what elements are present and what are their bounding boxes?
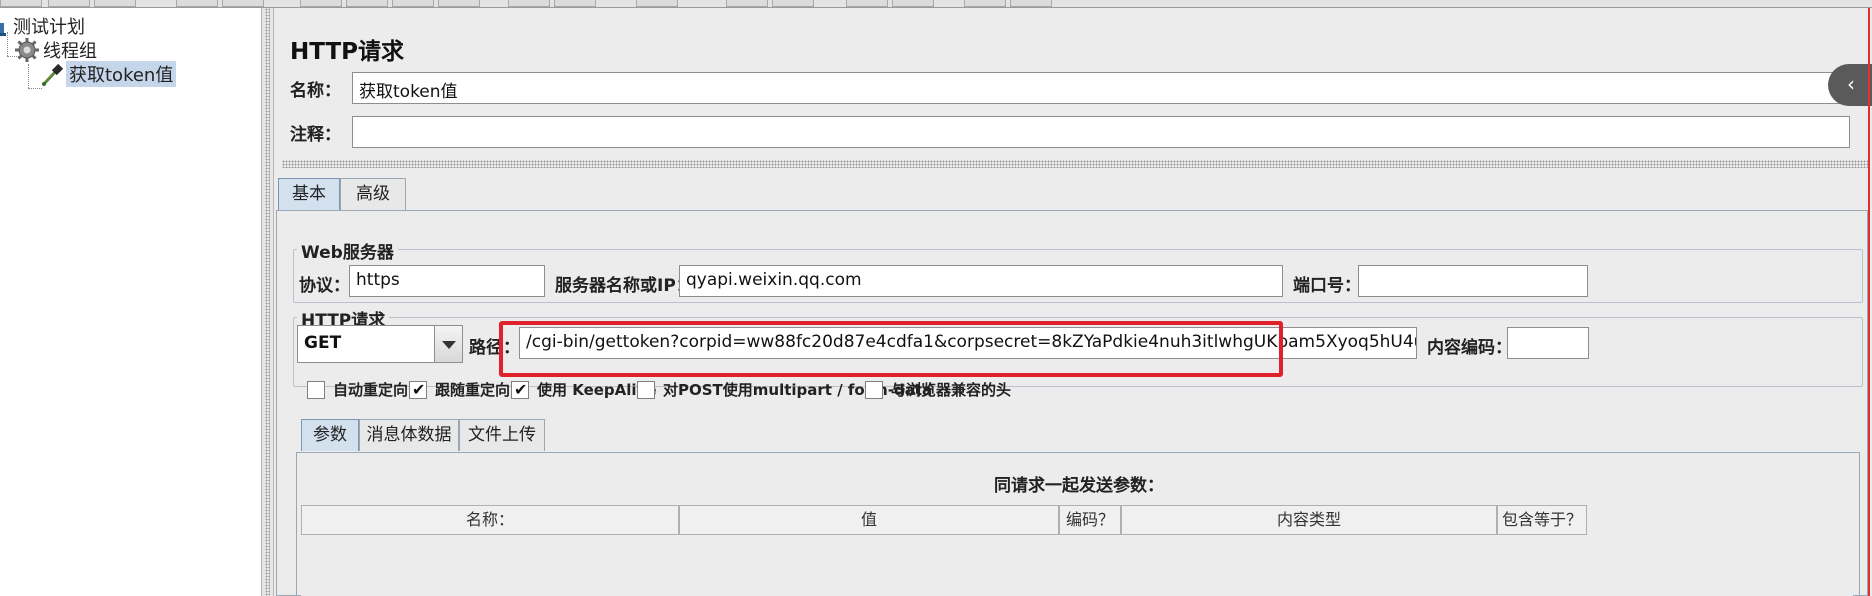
pipette-icon [42, 63, 64, 86]
tree-node-label: 线程组 [43, 41, 97, 62]
encoding-label: 内容编码： [1427, 338, 1512, 358]
gear-icon [15, 38, 39, 62]
checkbox-label: 自动重定向 [333, 381, 409, 399]
tab-body-data[interactable]: 消息体数据 [359, 419, 459, 451]
tab-parameters[interactable]: 参数 [301, 419, 359, 451]
toolbar-button[interactable] [0, 0, 42, 7]
toolbar-button[interactable] [508, 0, 550, 7]
checkbox-box[interactable] [409, 380, 427, 399]
pane-splitter[interactable] [262, 8, 274, 596]
toolbar-button[interactable] [636, 0, 678, 7]
tab-advanced[interactable]: 高级 [340, 178, 406, 210]
toolbar-button[interactable] [222, 0, 264, 7]
toolbar [0, 0, 1872, 8]
tree-node-thread-group[interactable]: 线程组 [14, 37, 100, 63]
name-label: 名称： [290, 81, 341, 101]
port-label: 端口号： [1293, 276, 1361, 296]
checkbox-box[interactable] [307, 380, 325, 399]
toolbar-button[interactable] [772, 0, 814, 7]
http-request-panel: HTTP请求 名称： 获取token值 注释： ‹ 基本 高级 Web服务器 协… [274, 8, 1872, 596]
method-value: GET [304, 333, 342, 353]
encoding-field[interactable] [1507, 327, 1589, 359]
tree-node-test-plan[interactable]: 测试计划 [0, 13, 88, 39]
keepalive-checkbox[interactable]: 使用 KeepAlive [511, 379, 657, 400]
toolbar-button[interactable] [726, 0, 768, 7]
toolbar-button[interactable] [1010, 0, 1052, 7]
tree-node-label: 测试计划 [13, 17, 85, 38]
toolbar-button[interactable] [94, 0, 136, 7]
server-field[interactable]: qyapi.weixin.qq.com [679, 265, 1283, 297]
column-header-name[interactable]: 名称： [301, 505, 679, 535]
browser-headers-checkbox[interactable]: 与浏览器兼容的头 [865, 379, 1011, 400]
toolbar-button[interactable] [554, 0, 596, 7]
column-header-value[interactable]: 值 [679, 505, 1059, 535]
parameters-table-body[interactable] [301, 535, 1853, 596]
column-header-encode[interactable]: 编码？ [1059, 505, 1121, 535]
highlight-annotation [499, 321, 1283, 377]
toolbar-button[interactable] [846, 0, 888, 7]
dotted-divider[interactable] [282, 160, 1868, 168]
tab-file-upload[interactable]: 文件上传 [459, 419, 545, 451]
splitter-grip[interactable] [265, 8, 270, 596]
server-label: 服务器名称或IP： [555, 276, 693, 296]
parameters-table-header: 名称： 值 编码？ 内容类型 包含等于？ [301, 505, 1587, 535]
toolbar-button[interactable] [892, 0, 934, 7]
toolbar-button[interactable] [176, 0, 218, 7]
follow-redirect-checkbox[interactable]: 跟随重定向 [409, 379, 510, 400]
checkbox-box[interactable] [865, 380, 883, 399]
tree-connector [28, 64, 29, 88]
tab-basic[interactable]: 基本 [278, 178, 340, 210]
tree-connector [28, 88, 42, 89]
column-header-content-type[interactable]: 内容类型 [1121, 505, 1497, 535]
toolbar-button[interactable] [964, 0, 1006, 7]
chevron-left-icon[interactable]: ‹ [1828, 64, 1872, 106]
test-plan-icon [0, 23, 6, 36]
toolbar-button[interactable] [392, 0, 434, 7]
page-title: HTTP请求 [290, 39, 405, 65]
protocol-field[interactable]: https [349, 265, 545, 297]
column-header-include-equals[interactable]: 包含等于？ [1497, 505, 1587, 535]
checkbox-label: 跟随重定向 [435, 381, 511, 399]
toolbar-button[interactable] [346, 0, 388, 7]
parameters-caption: 同请求一起发送参数： [994, 476, 1164, 496]
name-field[interactable]: 获取token值 [352, 72, 1850, 104]
toolbar-button[interactable] [48, 0, 90, 7]
toolbar-button[interactable] [438, 0, 480, 7]
checkbox-box[interactable] [511, 380, 529, 399]
toolbar-button[interactable] [300, 0, 342, 7]
tree-node-label: 获取token值 [66, 61, 177, 87]
auto-redirect-checkbox[interactable]: 自动重定向 [307, 379, 408, 400]
chevron-down-icon[interactable] [434, 326, 462, 362]
protocol-label: 协议： [299, 276, 350, 296]
web-server-title: Web服务器 [297, 238, 398, 263]
tree-node-sampler[interactable]: 获取token值 [40, 61, 177, 87]
checkbox-label: 与浏览器兼容的头 [891, 381, 1012, 399]
comment-label: 注释： [290, 125, 341, 145]
comment-field[interactable] [352, 116, 1850, 148]
parameters-panel: 同请求一起发送参数： 名称： 值 编码？ 内容类型 包含等于？ [296, 452, 1860, 596]
checkbox-box[interactable] [637, 380, 655, 399]
port-field[interactable] [1358, 265, 1588, 297]
panel-edge [1868, 8, 1870, 596]
method-select[interactable]: GET [297, 325, 463, 363]
test-plan-tree: 测试计划 线程组 获取token值 [0, 8, 262, 596]
